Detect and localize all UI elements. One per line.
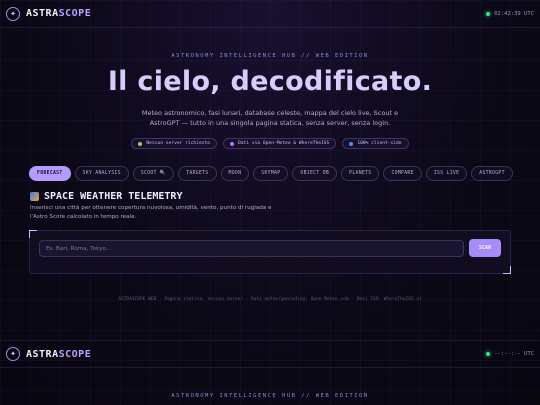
tab-targets[interactable]: TARGETS bbox=[178, 166, 217, 181]
scan-button[interactable]: SCAN bbox=[469, 239, 501, 257]
pill-client-side: 100% client-side bbox=[342, 138, 409, 149]
hero-kicker-2: ASTRONOMY INTELLIGENCE HUB // WEB EDITIO… bbox=[171, 393, 369, 399]
clock-text: 02:42:39 UTC bbox=[494, 10, 534, 17]
tab-compare[interactable]: COMPARE bbox=[383, 166, 422, 181]
status-dot-icon bbox=[486, 11, 491, 16]
corner-bracket-bottom-right bbox=[503, 266, 511, 274]
section-subtitle: Inserisci una città per ottenere copertu… bbox=[30, 205, 272, 220]
brand-logo[interactable]: ✦ ASTRASCOPE bbox=[6, 6, 92, 21]
tab-scout[interactable]: SCOUT 🔍 bbox=[132, 166, 175, 181]
tab-iss-live[interactable]: ISS LIVE bbox=[425, 166, 468, 181]
brand-logo-2[interactable]: ✦ ASTRASCOPE bbox=[6, 347, 91, 361]
tab-astrogpt[interactable]: ASTROGPT bbox=[471, 166, 513, 181]
brand-star-icon: ✦ bbox=[6, 347, 20, 361]
utc-clock-2: --:--:-- UTC bbox=[486, 351, 534, 357]
utc-clock: 02:42:39 UTC bbox=[486, 11, 534, 17]
section-title: SPACE WEATHER TELEMETRY bbox=[30, 191, 182, 202]
pill-no-server: Nessun server richiesto bbox=[131, 138, 218, 149]
pill-dot-icon bbox=[230, 141, 235, 146]
city-search-input[interactable] bbox=[39, 240, 464, 257]
tab-object-db[interactable]: OBJECT DB bbox=[292, 166, 338, 181]
corner-bracket-top-left bbox=[29, 230, 37, 238]
status-dot-icon bbox=[486, 352, 491, 356]
hero-kicker: ASTRONOMY INTELLIGENCE HUB // WEB EDITIO… bbox=[171, 53, 369, 59]
brand-name-2: ASTRASCOPE bbox=[26, 348, 92, 360]
pill-dot-icon bbox=[349, 141, 354, 146]
tab-forecast[interactable]: FORECAST bbox=[29, 166, 71, 181]
clock-text-2: --:--:-- UTC bbox=[494, 351, 534, 357]
feature-pills: Nessun server richiesto Dati via Open-Me… bbox=[0, 138, 540, 149]
tab-moon[interactable]: MOON bbox=[220, 166, 250, 181]
hero-subtitle: Meteo astronomico, fasi lunari, database… bbox=[141, 109, 399, 127]
hero-title: Il cielo, decodificato. bbox=[107, 66, 433, 97]
search-panel: SCAN bbox=[29, 230, 511, 274]
brand-name: ASTRASCOPE bbox=[26, 8, 92, 19]
top-navbar: ✦ ASTRASCOPE 02:42:39 UTC bbox=[0, 0, 540, 28]
top-navbar-2: ✦ ASTRASCOPE --:--:-- UTC bbox=[0, 340, 540, 368]
footer-note: ASTRASCOPE WEB · Pagina statica, nessun … bbox=[118, 297, 422, 302]
space-weather-icon bbox=[30, 192, 39, 201]
tab-skymap[interactable]: SKYMAP bbox=[253, 166, 289, 181]
tab-planets[interactable]: PLANETS bbox=[341, 166, 380, 181]
pill-dot-icon bbox=[138, 141, 143, 146]
tab-sky-analysis[interactable]: SKY ANALYSIS bbox=[74, 166, 129, 181]
main-tabs: FORECAST SKY ANALYSIS SCOUT 🔍 TARGETS MO… bbox=[29, 166, 513, 181]
pill-data-sources: Dati via Open-Meteo & WhereTheISS bbox=[223, 138, 337, 149]
brand-star-icon: ✦ bbox=[6, 6, 20, 21]
